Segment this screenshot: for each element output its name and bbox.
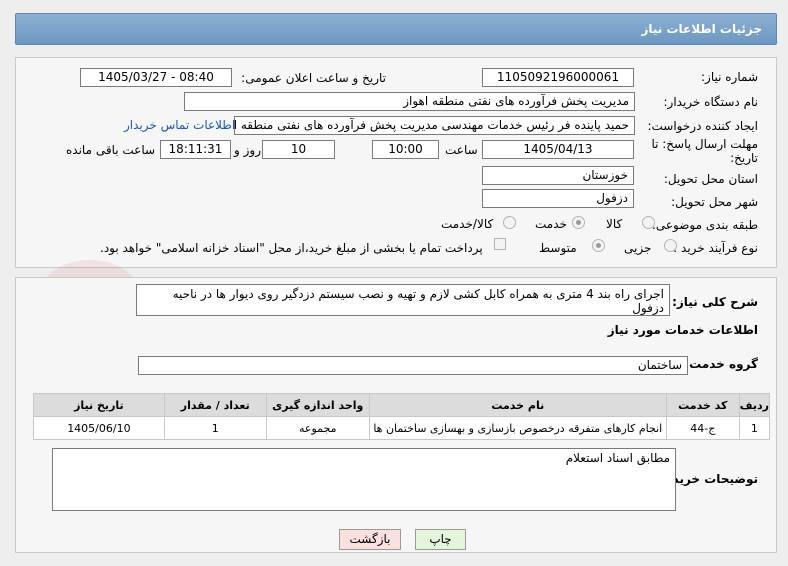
cell-row: 1	[738, 416, 771, 440]
process-option-medium: متوسط	[539, 241, 577, 255]
deadline-label: مهلت ارسال پاسخ: تا تاریخ:	[651, 137, 758, 165]
announce-date-field: 1405/03/27 - 08:40	[80, 68, 232, 87]
process-type-label: نوع فرآیند خرید :	[673, 241, 758, 255]
days-label: روز و	[234, 143, 261, 157]
print-button[interactable]: چاپ	[415, 529, 466, 550]
process-option-minor: جزیی	[624, 241, 652, 255]
table-row: 1 ج-44 انجام کارهای متفرقه درخصوص بازساز…	[33, 416, 771, 440]
col-quantity: تعداد / مقدار	[163, 393, 267, 417]
remaining-time-field: 18:11:31	[160, 140, 231, 159]
deadline-date-field: 1405/04/13	[482, 140, 634, 159]
days-remaining-field: 10	[262, 140, 335, 159]
category-option-service: خدمت	[535, 217, 567, 231]
category-radio-goods[interactable]	[642, 216, 655, 229]
creator-field: حمید پاینده فر رئیس خدمات مهندسی مدیریت …	[234, 116, 635, 135]
buyer-org-field: مدیریت پخش فرآورده های نفتی منطقه اهواز	[184, 92, 635, 111]
cell-quantity: 1	[163, 416, 267, 440]
services-table: ردیف کد خدمت نام خدمت واحد اندازه گیری ت…	[33, 393, 771, 440]
back-button[interactable]: بازگشت	[339, 529, 401, 550]
category-radio-service[interactable]	[572, 216, 585, 229]
services-section-title: اطلاعات خدمات مورد نیاز	[607, 323, 758, 337]
creator-label: ایجاد کننده درخواست:	[647, 119, 758, 133]
page-header: جزئیات اطلاعات نیاز	[15, 13, 777, 45]
description-text: اجرای راه بند 4 متری به همراه کابل کشی ل…	[136, 284, 670, 316]
service-group-field: ساختمان	[138, 356, 688, 375]
process-radio-minor[interactable]	[664, 239, 677, 252]
deadline-label-line2: تاریخ:	[730, 151, 758, 165]
cell-service-code: ج-44	[665, 416, 740, 440]
col-need-date: تاریخ نیاز	[33, 393, 165, 417]
description-label: شرح کلی نیاز:	[672, 295, 758, 309]
services-table-header: ردیف کد خدمت نام خدمت واحد اندازه گیری ت…	[33, 393, 771, 417]
announce-date-label: تاریخ و ساعت اعلان عمومی:	[241, 71, 386, 85]
contact-buyer-link[interactable]: اطلاعات تماس خریدار	[124, 118, 235, 132]
buyer-org-label: نام دستگاه خریدار:	[663, 95, 759, 109]
province-label: استان محل تحویل:	[663, 172, 758, 186]
category-option-goods-service: کالا/خدمت	[441, 217, 494, 231]
col-service-code: کد خدمت	[665, 393, 740, 417]
deadline-time-label: ساعت	[445, 143, 478, 157]
category-option-goods: کالا	[606, 217, 623, 231]
buyer-notes-text: مطابق اسناد استعلام	[52, 448, 676, 511]
page-title: جزئیات اطلاعات نیاز	[641, 22, 762, 36]
cell-service-name: انجام کارهای متفرقه درخصوص بازسازی و بهس…	[368, 416, 667, 440]
city-label: شهر محل تحویل:	[671, 195, 758, 209]
treasury-payment-note: پرداخت تمام یا بخشی از مبلغ خرید،از محل …	[100, 241, 483, 255]
city-field: دزفول	[482, 189, 634, 208]
col-unit: واحد اندازه گیری	[265, 393, 370, 417]
cell-unit: مجموعه	[265, 416, 370, 440]
need-number-field: 1105092196000061	[482, 68, 634, 87]
category-label: طبقه بندی موضوعی:	[651, 218, 758, 232]
province-field: خوزستان	[482, 166, 634, 185]
treasury-payment-checkbox[interactable]	[494, 238, 506, 250]
process-radio-medium[interactable]	[592, 239, 605, 252]
remaining-time-label: ساعت باقی مانده	[66, 143, 156, 157]
category-radio-goods-service[interactable]	[503, 216, 516, 229]
cell-need-date: 1405/06/10	[33, 416, 165, 440]
col-row: ردیف	[738, 393, 771, 417]
deadline-label-line1: مهلت ارسال پاسخ: تا	[651, 137, 758, 151]
col-service-name: نام خدمت	[368, 393, 667, 417]
deadline-time-field: 10:00	[372, 140, 439, 159]
service-group-label: گروه خدمت:	[684, 357, 758, 371]
need-number-label: شماره نیاز:	[701, 70, 758, 84]
